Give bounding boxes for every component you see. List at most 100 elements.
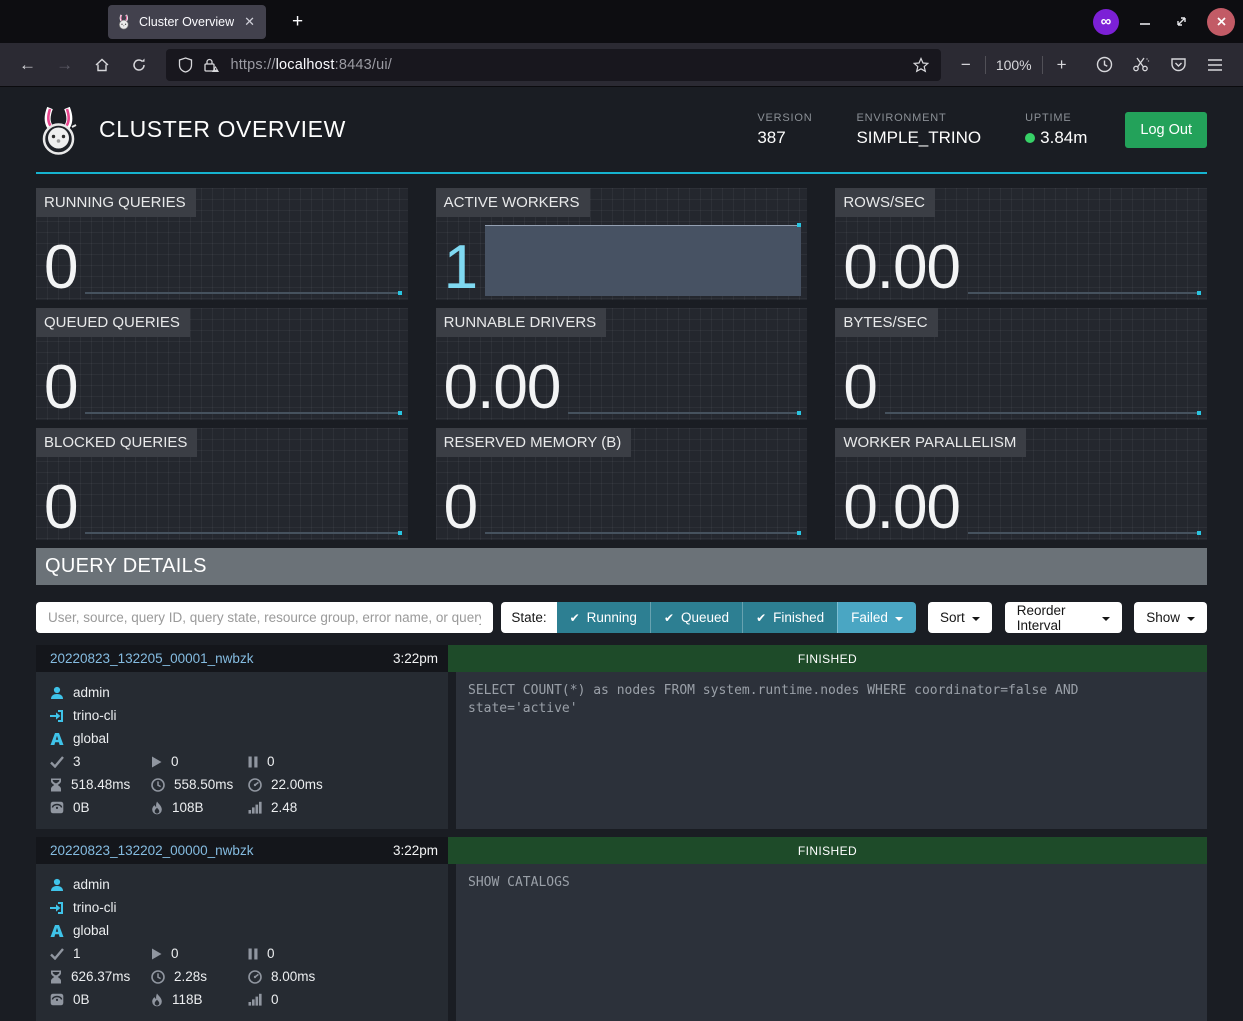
stat-card-active-workers: ACTIVE WORKERS 1 bbox=[436, 188, 808, 300]
pocket-button[interactable] bbox=[1163, 50, 1194, 80]
browser-tab[interactable]: Cluster Overview - Trino ✕ bbox=[108, 5, 266, 39]
play-running-splits-icon bbox=[151, 756, 162, 768]
zoom-out-button[interactable]: − bbox=[957, 55, 975, 75]
parallelism: 0 bbox=[271, 992, 279, 1007]
execution-time: 22.00ms bbox=[271, 777, 323, 792]
query-search-input[interactable] bbox=[36, 602, 493, 633]
query-stats-panel: admin trino-cli global bbox=[36, 672, 448, 829]
query-id-link[interactable]: 20220823_132205_00001_nwbzk bbox=[50, 651, 253, 666]
stat-label: WORKER PARALLELISM bbox=[835, 428, 1026, 457]
sparkline bbox=[968, 532, 1201, 534]
sort-dropdown[interactable]: Sort bbox=[928, 602, 992, 633]
hourglass-wall-time-icon bbox=[50, 970, 62, 984]
home-button[interactable] bbox=[86, 50, 117, 80]
state-filter-queued[interactable]: ✔ Queued bbox=[650, 602, 742, 633]
user-icon bbox=[50, 686, 64, 700]
url-scheme: https:// bbox=[230, 57, 275, 73]
chevron-down-icon bbox=[1102, 617, 1110, 621]
uptime-label: UPTIME bbox=[1025, 112, 1087, 124]
query-time: 3:22pm bbox=[393, 843, 438, 858]
sparkline bbox=[968, 292, 1201, 294]
history-clock-button[interactable] bbox=[1089, 50, 1120, 80]
state-filter-running[interactable]: ✔ Running bbox=[557, 602, 650, 633]
stat-card-reserved-memory: RESERVED MEMORY (B) 0 bbox=[436, 428, 808, 540]
tab-close-icon[interactable]: ✕ bbox=[241, 13, 258, 30]
uptime-status-dot bbox=[1025, 133, 1035, 143]
sign-in-source-icon bbox=[50, 901, 64, 915]
clock-cpu-time-icon bbox=[151, 970, 165, 984]
parallelism: 2.48 bbox=[271, 800, 297, 815]
current-memory: 0B bbox=[73, 992, 90, 1007]
shield-icon[interactable] bbox=[178, 57, 193, 73]
stat-value: 0.00 bbox=[843, 479, 960, 536]
play-running-splits-icon bbox=[151, 948, 162, 960]
back-button[interactable]: ← bbox=[12, 50, 43, 80]
show-dropdown[interactable]: Show bbox=[1134, 602, 1207, 633]
cpu-time: 558.50ms bbox=[174, 777, 233, 792]
stat-card-rows-sec: ROWS/SEC 0.00 bbox=[835, 188, 1207, 300]
environment-value: SIMPLE_TRINO bbox=[856, 128, 981, 148]
state-filter-failed-dropdown[interactable]: Failed bbox=[837, 602, 916, 633]
uptime-block: UPTIME 3.84m bbox=[1025, 112, 1087, 148]
chevron-down-icon bbox=[1187, 617, 1195, 621]
url-host: localhost bbox=[276, 57, 335, 73]
version-label: VERSION bbox=[757, 112, 812, 124]
separator bbox=[1042, 56, 1043, 74]
query-state-badge: FINISHED bbox=[448, 645, 1207, 672]
query-id-link[interactable]: 20220823_132202_00000_nwbzk bbox=[50, 843, 253, 858]
check-completed-splits-icon bbox=[50, 948, 64, 960]
queued-splits: 0 bbox=[267, 946, 275, 961]
bookmark-star-icon[interactable] bbox=[913, 57, 929, 73]
zoom-level[interactable]: 100% bbox=[996, 57, 1032, 73]
user-icon bbox=[50, 878, 64, 892]
show-label: Show bbox=[1146, 610, 1180, 625]
zoom-in-button[interactable]: + bbox=[1053, 55, 1071, 75]
stat-label: RESERVED MEMORY (B) bbox=[436, 428, 632, 457]
stat-label: ROWS/SEC bbox=[835, 188, 935, 217]
window-restore-button[interactable] bbox=[1171, 12, 1191, 32]
sparkline bbox=[885, 412, 1201, 414]
reload-button[interactable] bbox=[123, 50, 154, 80]
check-icon: ✔ bbox=[570, 611, 580, 625]
fire-peak-memory-icon bbox=[151, 801, 163, 815]
sparkline bbox=[85, 292, 401, 294]
new-tab-button[interactable]: + bbox=[284, 11, 311, 33]
url-bar[interactable]: https://localhost:8443/ui/ bbox=[166, 49, 940, 81]
state-filter-queued-label: Queued bbox=[681, 610, 729, 625]
check-icon: ✔ bbox=[664, 611, 674, 625]
separator bbox=[985, 56, 986, 74]
fire-peak-memory-icon bbox=[151, 993, 163, 1007]
menu-hamburger-button[interactable] bbox=[1200, 50, 1231, 80]
query-sql-text: SHOW CATALOGS bbox=[456, 864, 1207, 1021]
chevron-down-icon bbox=[972, 617, 980, 621]
gauge-execution-time-icon bbox=[248, 778, 262, 792]
state-filter-finished[interactable]: ✔ Finished bbox=[742, 602, 837, 633]
stat-value: 0 bbox=[843, 359, 876, 416]
logout-button[interactable]: Log Out bbox=[1125, 112, 1207, 148]
state-filter-finished-label: Finished bbox=[773, 610, 824, 625]
lock-insecure-icon[interactable] bbox=[203, 57, 220, 73]
check-icon: ✔ bbox=[756, 611, 766, 625]
url-path: :8443/ui/ bbox=[335, 57, 392, 73]
stat-value: 0.00 bbox=[843, 239, 960, 296]
url-text[interactable]: https://localhost:8443/ui/ bbox=[230, 57, 392, 73]
stat-value: 0 bbox=[44, 479, 77, 536]
cpu-time: 2.28s bbox=[174, 969, 207, 984]
query-row: 20220823_132202_00000_nwbzk 3:22pm FINIS… bbox=[36, 837, 1207, 1021]
version-block: VERSION 387 bbox=[757, 112, 812, 148]
sparkline bbox=[485, 532, 801, 534]
stat-card-runnable-drivers: RUNNABLE DRIVERS 0.00 bbox=[436, 308, 808, 420]
sort-label: Sort bbox=[940, 610, 965, 625]
memory-disk-icon bbox=[50, 993, 64, 1006]
gauge-execution-time-icon bbox=[248, 970, 262, 984]
reorder-interval-dropdown[interactable]: Reorder Interval bbox=[1005, 602, 1123, 633]
wall-time: 626.37ms bbox=[71, 969, 130, 984]
window-close-button[interactable] bbox=[1207, 8, 1235, 36]
stat-value: 0 bbox=[44, 239, 77, 296]
screenshot-extension-button[interactable] bbox=[1126, 50, 1157, 80]
sign-in-source-icon bbox=[50, 709, 64, 723]
query-time: 3:22pm bbox=[393, 651, 438, 666]
parallelism-chart-icon bbox=[248, 993, 262, 1006]
query-user: admin bbox=[73, 685, 110, 700]
window-minimize-button[interactable] bbox=[1135, 12, 1155, 32]
